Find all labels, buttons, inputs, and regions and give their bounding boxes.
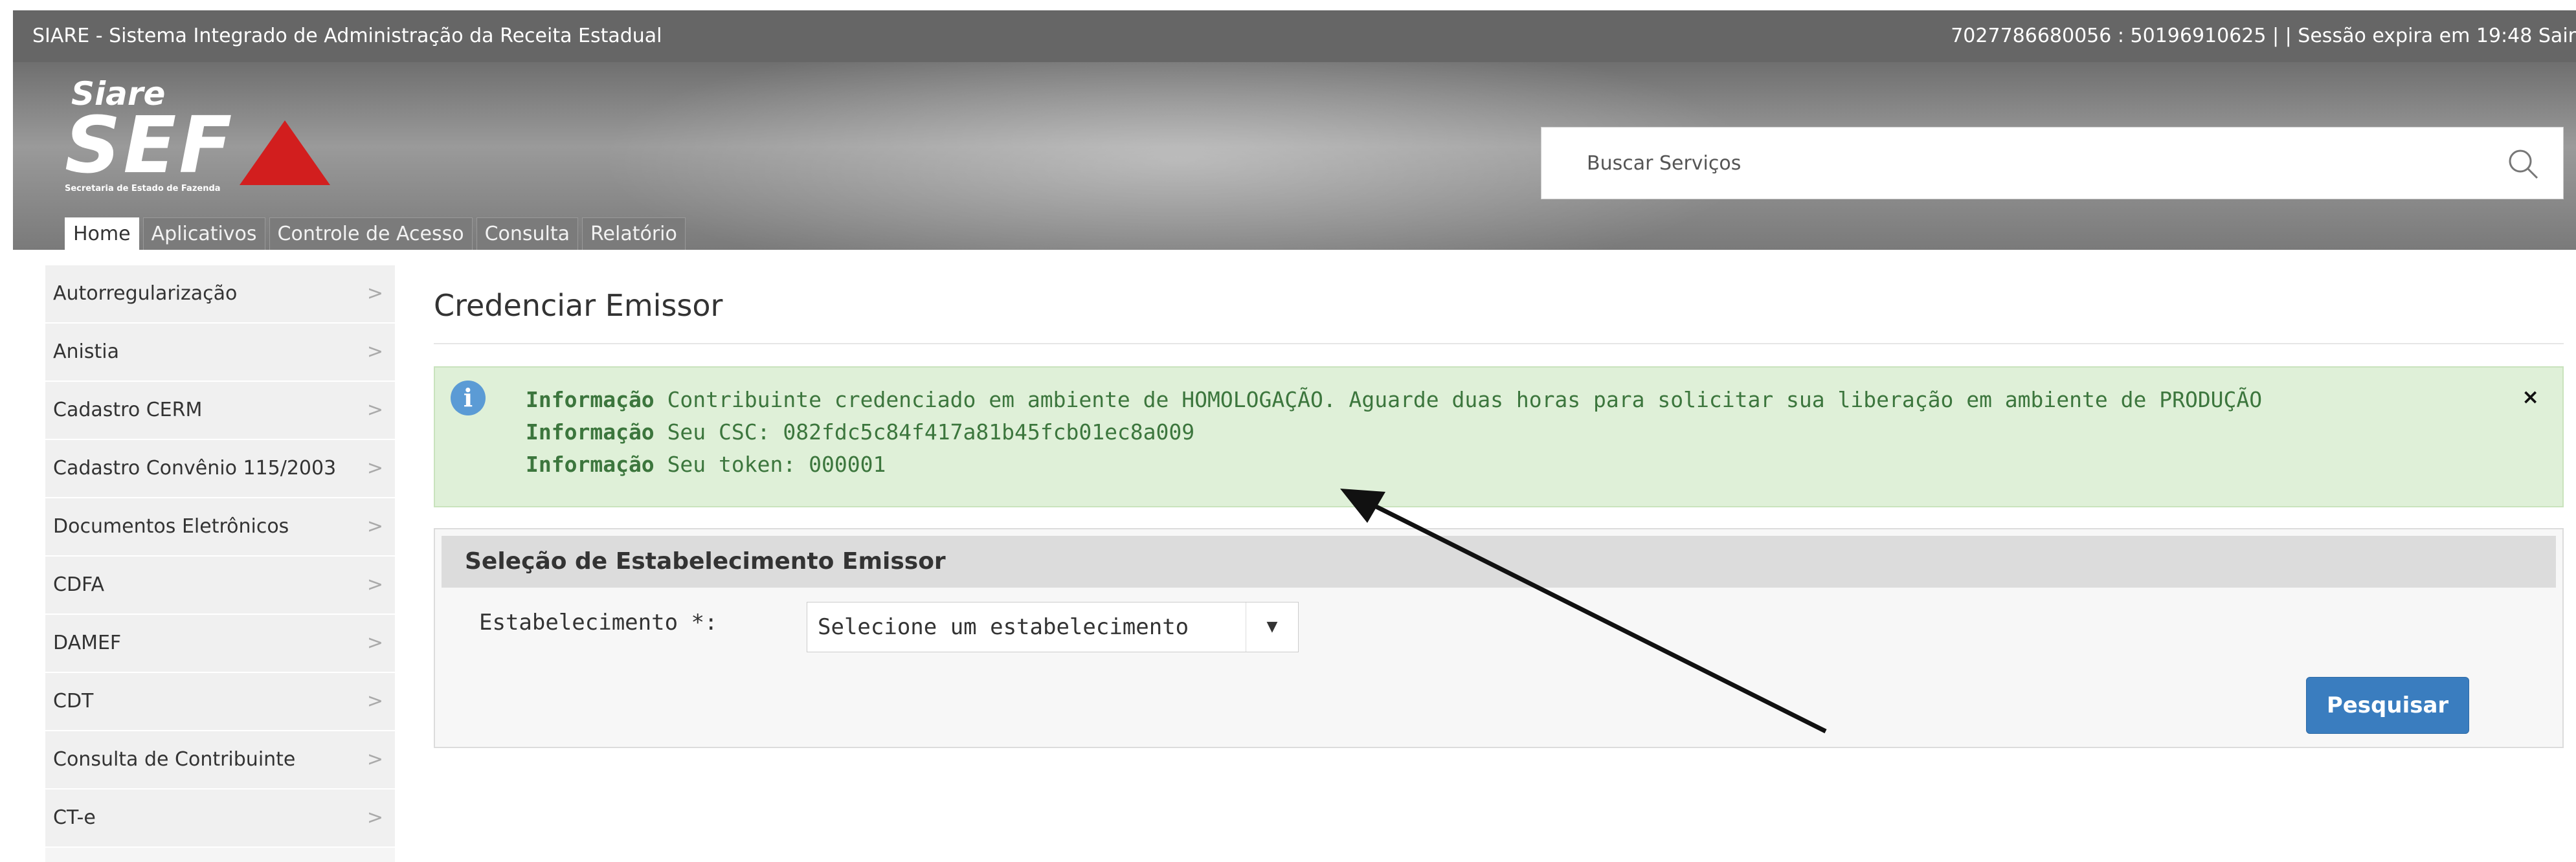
tab-relatorio[interactable]: Relatório: [582, 217, 686, 250]
establishment-label: Estabelecimento *:: [479, 610, 718, 635]
search-button[interactable]: Pesquisar: [2306, 677, 2469, 734]
sidebar-item-label: Consulta de Contribuinte: [53, 748, 296, 771]
sidebar-item-label: CDT: [53, 690, 94, 713]
alert-message: Informação Seu token: 000001: [526, 452, 886, 477]
chevron-right-icon: >: [366, 632, 383, 654]
sidebar-item-label: Cadastro Convênio 115/2003: [53, 457, 337, 480]
tab-home[interactable]: Home: [65, 217, 139, 250]
chevron-right-icon: >: [366, 515, 383, 538]
window-frame: [0, 0, 13, 862]
session-status: 7027786680056 : 50196910625 | | Sessão e…: [1951, 25, 2533, 47]
info-icon: i: [451, 381, 486, 415]
sidebar-menu: Autorregularização > Anistia > Cadastro CE…: [45, 265, 395, 862]
sidebar-item-label: Documentos Eletrônicos: [53, 515, 289, 538]
chevron-right-icon: >: [366, 457, 383, 480]
alert-text: Seu CSC: 082fdc5c84f417a81b45fcb01ec8a00…: [667, 419, 1195, 445]
info-alert: i Informação Contribuinte credenciado em…: [434, 366, 2564, 507]
sidebar-item-cadastro-convenio[interactable]: Cadastro Convênio 115/2003 >: [45, 440, 395, 498]
alert-message: Informação Contribuinte credenciado em a…: [526, 387, 2262, 412]
chevron-down-icon[interactable]: ▼: [1246, 602, 1298, 652]
chevron-right-icon: >: [366, 748, 383, 771]
alert-text: Contribuinte credenciado em ambiente de …: [667, 387, 2263, 412]
divider: [434, 343, 2564, 344]
page-title: Credenciar Emissor: [434, 288, 723, 323]
panel-heading: Seleção de Estabelecimento Emissor: [442, 536, 2556, 588]
tab-consulta[interactable]: Consulta: [476, 217, 579, 250]
chevron-right-icon: >: [366, 399, 383, 421]
system-title: SIARE - Sistema Integrado de Administraç…: [32, 25, 662, 47]
tab-controle-de-acesso[interactable]: Controle de Acesso: [269, 217, 473, 250]
selection-panel: Seleção de Estabelecimento Emissor Estab…: [434, 528, 2564, 748]
search-input[interactable]: Buscar Serviços: [1541, 127, 2564, 199]
top-bar: SIARE - Sistema Integrado de Administraç…: [13, 10, 2576, 62]
sidebar-item-anistia[interactable]: Anistia >: [45, 324, 395, 382]
chevron-right-icon: >: [366, 806, 383, 829]
sidebar-item-consulta-contribuinte[interactable]: Consulta de Contribuinte >: [45, 731, 395, 790]
sidebar-item-autorregularizacao[interactable]: Autorregularização >: [45, 265, 395, 324]
logo-sef-text: SEF: [65, 101, 235, 191]
alert-prefix: Informação: [526, 387, 655, 412]
chevron-right-icon: >: [366, 690, 383, 713]
sidebar-item-cadastro-cerm[interactable]: Cadastro CERM >: [45, 382, 395, 440]
logout-link[interactable]: Sair: [2538, 25, 2576, 47]
sidebar-item-label: CT-e: [53, 806, 96, 829]
search-placeholder: Buscar Serviços: [1587, 152, 1742, 175]
sidebar-item-cdfa[interactable]: CDFA >: [45, 557, 395, 615]
alert-text: Seu token: 000001: [667, 452, 886, 477]
alert-prefix: Informação: [526, 419, 655, 445]
chevron-right-icon: >: [366, 573, 383, 596]
sidebar-item-label: Anistia: [53, 340, 119, 363]
chevron-right-icon: >: [366, 282, 383, 305]
close-icon[interactable]: ×: [2522, 384, 2539, 409]
session-info: 7027786680056 : 50196910625 | | Sessão e…: [1951, 10, 2576, 62]
sidebar-item-label: Autorregularização: [53, 282, 238, 305]
chevron-right-icon: >: [366, 340, 383, 363]
sef-logo[interactable]: Siare SEF Secretaria de Estado de Fazend…: [52, 75, 330, 198]
alert-prefix: Informação: [526, 452, 655, 477]
sidebar-item-damef[interactable]: DAMEF >: [45, 615, 395, 673]
sidebar-item-ct-e[interactable]: CT-e >: [45, 790, 395, 848]
header-banner: Siare SEF Secretaria de Estado de Fazend…: [13, 62, 2576, 250]
sidebar-item-label: CDFA: [53, 573, 105, 596]
logo-triangle-icon: [240, 120, 330, 185]
sidebar-item-label: Cadastro CERM: [53, 399, 203, 421]
select-value: Selecione um estabelecimento: [818, 614, 1189, 640]
tab-aplicativos[interactable]: Aplicativos: [142, 217, 265, 250]
sidebar-item-documentos-eletronicos[interactable]: Documentos Eletrônicos >: [45, 498, 395, 557]
search-icon[interactable]: [2506, 147, 2540, 181]
logo-subtitle: Secretaria de Estado de Fazenda: [65, 184, 221, 193]
establishment-select[interactable]: Selecione um estabelecimento ▼: [807, 602, 1299, 652]
sidebar-item-label: DAMEF: [53, 632, 122, 654]
alert-message: Informação Seu CSC: 082fdc5c84f417a81b45…: [526, 419, 1194, 445]
main-tabs: Home Aplicativos Controle de Acesso Cons…: [65, 217, 689, 250]
sidebar-item-cdt[interactable]: CDT >: [45, 673, 395, 731]
